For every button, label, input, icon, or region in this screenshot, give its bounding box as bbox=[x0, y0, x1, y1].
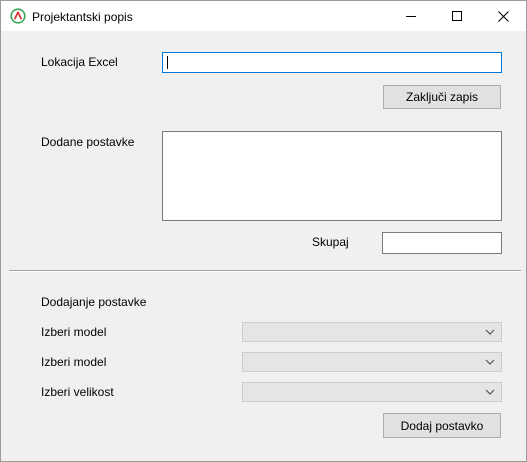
close-button[interactable] bbox=[480, 1, 526, 31]
app-window: Projektantski popis Lokacija Excel Zaklj… bbox=[0, 0, 527, 462]
window-title: Projektantski popis bbox=[32, 10, 133, 24]
title-bar[interactable]: Projektantski popis bbox=[1, 1, 526, 31]
added-items-textarea[interactable] bbox=[162, 131, 502, 221]
chevron-down-icon bbox=[485, 389, 495, 395]
excel-location-input[interactable] bbox=[162, 52, 502, 73]
added-items-label: Dodane postavke bbox=[41, 135, 135, 149]
text-caret bbox=[167, 56, 168, 69]
chevron-down-icon bbox=[485, 329, 495, 335]
app-logo-icon bbox=[10, 8, 26, 24]
minimize-button[interactable] bbox=[388, 1, 434, 31]
select-model-label-2: Izberi model bbox=[41, 355, 107, 369]
select-model-label-1: Izberi model bbox=[41, 325, 107, 339]
add-item-heading: Dodajanje postavke bbox=[41, 295, 147, 309]
maximize-icon bbox=[452, 11, 462, 21]
chevron-down-icon bbox=[485, 359, 495, 365]
excel-location-label: Lokacija Excel bbox=[41, 55, 118, 69]
close-icon bbox=[497, 10, 509, 22]
select-size-label: Izberi velikost bbox=[41, 385, 114, 399]
section-separator bbox=[9, 270, 521, 272]
maximize-button[interactable] bbox=[434, 1, 480, 31]
model-select-1[interactable] bbox=[242, 322, 502, 342]
finish-record-button[interactable]: Zaključi zapis bbox=[383, 85, 501, 109]
total-label: Skupaj bbox=[312, 235, 349, 249]
model-select-2[interactable] bbox=[242, 352, 502, 372]
minimize-icon bbox=[406, 16, 416, 17]
add-item-button[interactable]: Dodaj postavko bbox=[383, 413, 501, 438]
total-input[interactable] bbox=[382, 232, 502, 254]
size-select[interactable] bbox=[242, 382, 502, 402]
